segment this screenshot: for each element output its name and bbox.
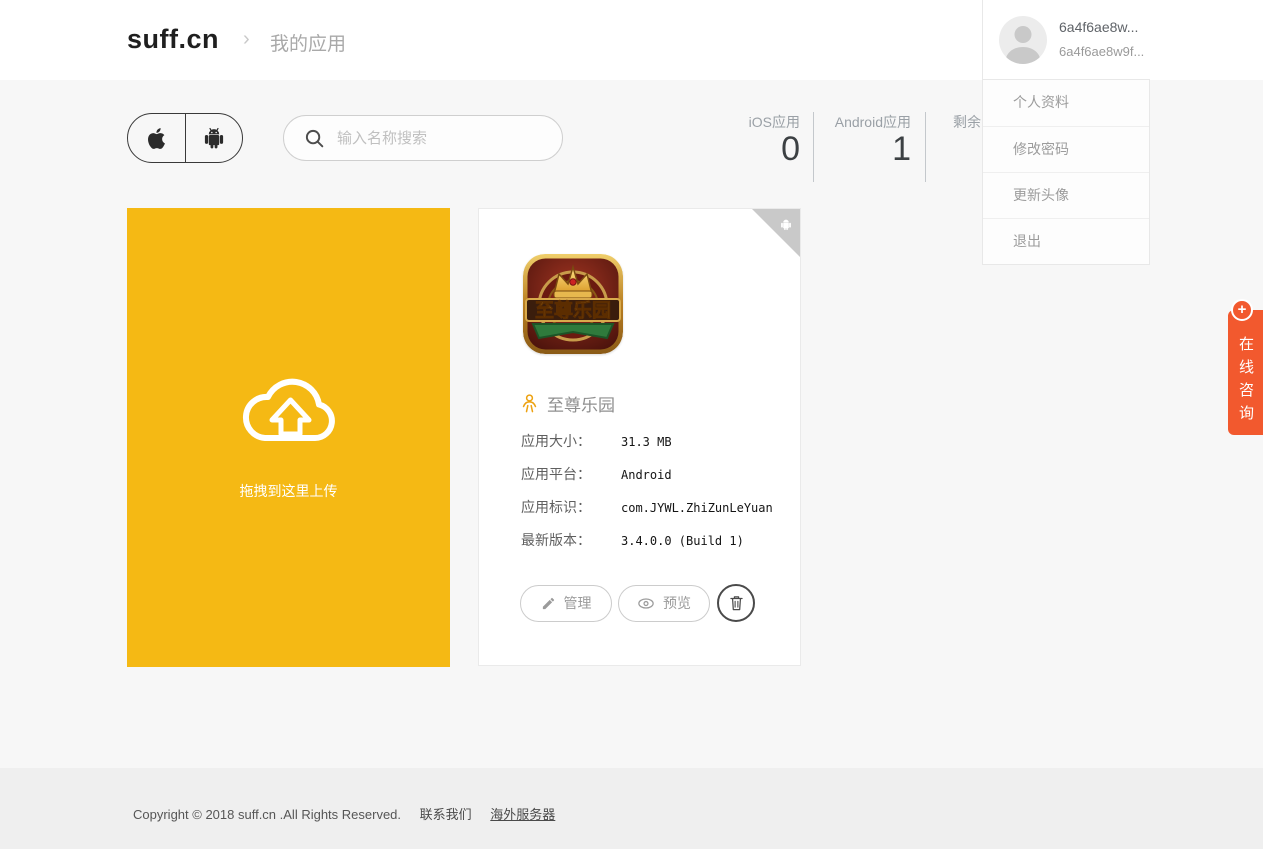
app-name: 至尊乐园 [547,391,615,416]
copyright-text: Copyright © 2018 suff.cn .All Rights Res… [133,807,401,822]
menu-item-update-avatar[interactable]: 更新头像 [983,172,1149,218]
trash-icon [728,594,745,612]
avatar[interactable] [999,16,1047,64]
detail-row-size: 应用大小： 31.3 MB [521,431,773,451]
overseas-server-link[interactable]: 海外服务器 [490,807,555,822]
pencil-icon [541,596,556,611]
detail-value: Android [621,468,672,482]
filter-android-button[interactable] [185,114,242,162]
filter-ios-button[interactable] [128,114,185,162]
menu-item-change-password[interactable]: 修改密码 [983,126,1149,172]
detail-label: 应用大小： [521,431,621,451]
search-icon [304,128,325,149]
online-consult-tab[interactable]: + 在线咨询 [1228,310,1263,435]
page: suff.cn › 我的应用 iOS应用 0 Android应用 1 剩余 6a… [0,0,1263,849]
stat-ios-value: 0 [700,130,800,168]
footer: Copyright © 2018 suff.cn .All Rights Res… [0,768,1263,849]
user-summary[interactable]: 6a4f6ae8w... 6a4f6ae8w9f... [982,0,1150,80]
manage-label: 管理 [564,593,592,613]
detail-label: 应用标识： [521,497,621,517]
search-input[interactable] [337,130,547,147]
detail-label: 应用平台： [521,464,621,484]
detail-value: 3.4.0.0 (Build 1) [621,534,744,548]
online-consult-label: 在线咨询 [1235,336,1256,428]
preview-label: 预览 [663,593,691,613]
preview-button[interactable]: 预览 [618,585,710,622]
delete-button[interactable] [717,584,755,622]
detail-value: com.JYWL.ZhiZunLeYuan [621,501,773,515]
user-silhouette-icon [999,16,1047,64]
breadcrumb: 我的应用 [270,29,346,56]
search-box [283,115,563,161]
stat-divider [925,112,926,182]
android-icon [201,124,227,152]
app-icon[interactable]: 至尊乐园 [523,254,623,354]
app-name-row: 至尊乐园 [521,391,615,416]
app-icon-title: 至尊乐园 [535,299,611,322]
stat-android-label: Android应用 [816,112,911,132]
cloud-upload-icon [231,360,347,456]
stat-divider [813,112,814,182]
upload-hint: 拖拽到这里上传 [127,481,450,501]
stat-ios-label: iOS应用 [700,112,800,132]
detail-row-bundle-id: 应用标识： com.JYWL.ZhiZunLeYuan [521,497,773,517]
app-details: 应用大小： 31.3 MB 应用平台： Android 应用标识： com.JY… [521,431,773,563]
person-icon [521,394,538,413]
detail-value: 31.3 MB [621,435,672,449]
stat-android-value: 1 [816,130,911,168]
contact-us-link[interactable]: 联系我们 [420,807,472,822]
app-actions: 管理 预览 [520,584,755,622]
manage-button[interactable]: 管理 [520,585,612,622]
apple-icon [144,125,169,152]
detail-row-platform: 应用平台： Android [521,464,773,484]
menu-item-profile[interactable]: 个人资料 [983,80,1149,126]
detail-label: 最新版本： [521,530,621,550]
eye-icon [637,596,655,611]
username-short: 6a4f6ae8w... [1059,19,1138,35]
detail-row-version: 最新版本： 3.4.0.0 (Build 1) [521,530,773,550]
username-long: 6a4f6ae8w9f... [1059,44,1144,59]
site-logo[interactable]: suff.cn [127,24,219,55]
app-card: 至尊乐园 至尊乐园 应用大小： 31.3 MB 应用平台： Android 应用… [478,208,801,666]
plus-icon: + [1231,299,1253,321]
android-corner-icon [779,217,793,233]
platform-filter [127,113,243,163]
user-panel: 6a4f6ae8w... 6a4f6ae8w9f... 个人资料 修改密码 更新… [982,0,1150,265]
upload-dropzone[interactable]: 拖拽到这里上传 [127,208,450,667]
breadcrumb-separator-icon: › [243,28,250,51]
user-menu: 个人资料 修改密码 更新头像 退出 [982,80,1150,265]
menu-item-logout[interactable]: 退出 [983,218,1149,264]
